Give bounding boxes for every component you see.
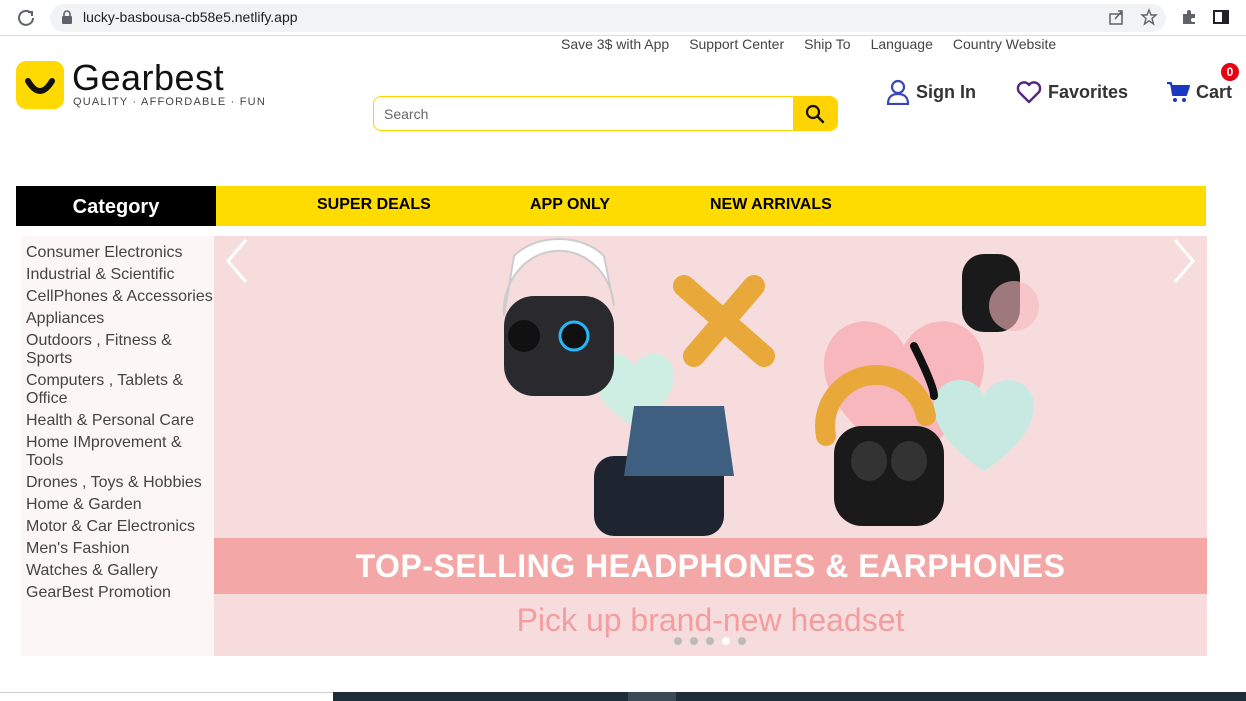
search-button[interactable]: [793, 97, 837, 130]
favorites-label: Favorites: [1048, 81, 1129, 102]
carousel-dot[interactable]: [706, 637, 714, 645]
nav-app-only[interactable]: APP ONLY: [530, 196, 610, 214]
carousel-dot[interactable]: [674, 637, 682, 645]
category-list: Consumer Electronics Industrial & Scient…: [21, 236, 214, 656]
browser-toolbar: lucky-basbousa-cb58e5.netlify.app: [0, 0, 1246, 36]
category-item[interactable]: Drones , Toys & Hobbies: [26, 474, 214, 492]
prev-slide-icon[interactable]: [222, 236, 252, 286]
search-input[interactable]: [374, 97, 794, 130]
category-item[interactable]: Consumer Electronics: [26, 244, 214, 262]
category-item[interactable]: Appliances: [26, 310, 214, 328]
logo-name: Gearbest: [72, 57, 225, 98]
carousel-dots: [674, 637, 746, 645]
category-item[interactable]: GearBest Promotion: [26, 584, 214, 602]
search-box: [373, 96, 838, 131]
reload-icon[interactable]: [16, 8, 36, 28]
taskbar-item[interactable]: [628, 692, 676, 701]
category-item[interactable]: Outdoors , Fitness & Sports: [26, 332, 214, 368]
heart-icon: [1016, 81, 1042, 104]
category-item[interactable]: Industrial & Scientific: [26, 266, 214, 284]
cart-icon: [1167, 82, 1190, 102]
share-icon[interactable]: [1108, 8, 1126, 26]
banner-subtitle: Pick up brand-new headset: [516, 602, 905, 638]
cart-count-badge: 0: [1221, 63, 1239, 81]
banner-title: TOP-SELLING HEADPHONES & EARPHONES: [214, 538, 1207, 594]
sidepanel-icon[interactable]: [1212, 8, 1230, 26]
carousel-dot[interactable]: [690, 637, 698, 645]
ship-to-link[interactable]: Ship To: [804, 36, 850, 54]
logo-tagline: QUALITY · AFFORDABLE · FUN: [73, 96, 266, 108]
cart-label: Cart: [1196, 81, 1233, 102]
nav-super-deals[interactable]: SUPER DEALS: [317, 196, 431, 214]
category-item[interactable]: CellPhones & Accessories: [26, 288, 214, 306]
hero-banner[interactable]: TOP-SELLING HEADPHONES & EARPHONES Pick …: [214, 236, 1207, 656]
os-taskbar: [333, 692, 1246, 701]
cart-button[interactable]: Cart: [1166, 78, 1232, 106]
sign-in-button[interactable]: Sign In: [886, 78, 976, 106]
language-link[interactable]: Language: [871, 36, 933, 54]
category-item[interactable]: Home IMprovement & Tools: [26, 434, 214, 470]
carousel-dot[interactable]: [738, 637, 746, 645]
favorites-button[interactable]: Favorites: [1016, 78, 1128, 106]
support-center-link[interactable]: Support Center: [689, 36, 784, 54]
category-item[interactable]: Men's Fashion: [26, 540, 214, 558]
main-nav: Category SUPER DEALS APP ONLY NEW ARRIVA…: [16, 186, 1206, 226]
category-item[interactable]: Health & Personal Care: [26, 412, 214, 430]
divider: [0, 692, 333, 693]
save-with-app-link[interactable]: Save 3$ with App: [561, 36, 669, 54]
category-item[interactable]: Motor & Car Electronics: [26, 518, 214, 536]
category-item[interactable]: Home & Garden: [26, 496, 214, 514]
url-text[interactable]: lucky-basbousa-cb58e5.netlify.app: [83, 9, 298, 25]
carousel-dot[interactable]: [722, 637, 730, 645]
logo-mark-icon: [16, 61, 64, 109]
country-website-link[interactable]: Country Website: [953, 36, 1056, 54]
search-icon: [805, 104, 825, 123]
category-item[interactable]: Watches & Gallery: [26, 562, 214, 580]
lock-icon[interactable]: [60, 9, 74, 25]
sign-in-label: Sign In: [916, 81, 976, 102]
star-icon[interactable]: [1140, 8, 1158, 26]
next-slide-icon[interactable]: [1169, 236, 1199, 286]
nav-new-arrivals[interactable]: NEW ARRIVALS: [710, 196, 832, 214]
extensions-icon[interactable]: [1180, 8, 1198, 26]
top-links: Save 3$ with App Support Center Ship To …: [561, 36, 1056, 54]
category-button[interactable]: Category: [16, 186, 216, 226]
user-icon: [886, 79, 910, 105]
gearbest-logo[interactable]: Gearbest QUALITY · AFFORDABLE · FUN: [16, 57, 265, 111]
category-item[interactable]: Computers , Tablets & Office: [26, 372, 214, 408]
